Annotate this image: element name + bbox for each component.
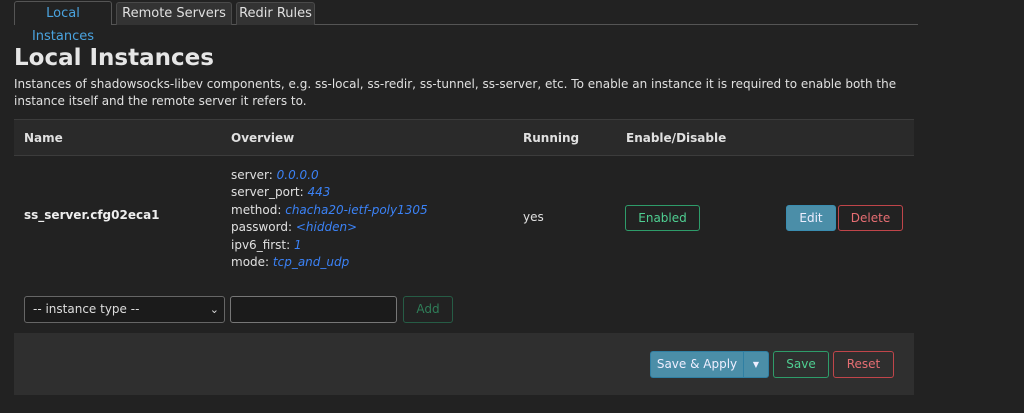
overview-value: 443 xyxy=(307,185,331,200)
tab-local-instances[interactable]: Local Instances xyxy=(14,1,112,44)
tab-redir-rules[interactable]: Redir Rules xyxy=(236,2,315,25)
instance-overview: server: 0.0.0.0 server_port: 443 method:… xyxy=(231,167,428,271)
overview-mode: mode: tcp_and_udp xyxy=(231,254,428,271)
header-name: Name xyxy=(24,131,63,145)
overview-method: method: chacha20-ietf-poly1305 xyxy=(231,202,428,219)
overview-value: 1 xyxy=(294,237,302,252)
instance-type-value: -- instance type -- xyxy=(33,302,140,316)
overview-value: chacha20-ietf-poly1305 xyxy=(285,202,428,217)
page: Local Instances Remote Servers Redir Rul… xyxy=(0,0,1024,413)
overview-server: server: 0.0.0.0 xyxy=(231,167,428,184)
instance-type-select[interactable]: -- instance type -- ⌄ xyxy=(24,296,225,323)
overview-key: server: xyxy=(231,168,273,182)
overview-password: password: <hidden> xyxy=(231,219,428,236)
enable-toggle-button[interactable]: Enabled xyxy=(625,205,700,231)
overview-value: <hidden> xyxy=(295,220,358,235)
header-enable-disable: Enable/Disable xyxy=(626,131,727,145)
chevron-down-icon: ⌄ xyxy=(209,303,219,316)
delete-button[interactable]: Delete xyxy=(838,205,903,231)
add-button[interactable]: Add xyxy=(403,296,453,323)
overview-key: method: xyxy=(231,202,282,217)
reset-button[interactable]: Reset xyxy=(833,351,894,378)
table-row: ss_server.cfg02eca1 server: 0.0.0.0 serv… xyxy=(14,156,914,276)
overview-ipv6-first: ipv6_first: 1 xyxy=(231,237,428,254)
tab-bar: Local Instances Remote Servers Redir Rul… xyxy=(14,0,918,44)
instance-name-input[interactable] xyxy=(230,296,397,323)
save-apply-button[interactable]: Save & Apply xyxy=(650,351,743,378)
overview-key: server_port: xyxy=(231,185,304,200)
edit-button[interactable]: Edit xyxy=(786,205,836,231)
overview-key: password: xyxy=(231,220,293,235)
overview-key: mode: xyxy=(231,255,270,270)
overview-value: tcp_and_udp xyxy=(272,255,350,270)
action-footer: Save & Apply ▼ Save Reset xyxy=(14,333,914,395)
header-running: Running xyxy=(523,131,580,145)
instance-name: ss_server.cfg02eca1 xyxy=(24,208,160,222)
save-button[interactable]: Save xyxy=(773,351,829,378)
page-description: Instances of shadowsocks-libev component… xyxy=(14,77,897,108)
overview-value: 0.0.0.0 xyxy=(276,168,319,182)
overview-server-port: server_port: 443 xyxy=(231,184,428,201)
page-title: Local Instances xyxy=(14,45,214,71)
table-header: Name Overview Running Enable/Disable xyxy=(14,119,914,156)
instances-table: Name Overview Running Enable/Disable ss_… xyxy=(14,119,914,333)
tab-remote-servers[interactable]: Remote Servers xyxy=(116,2,232,25)
header-overview: Overview xyxy=(231,131,295,145)
overview-key: ipv6_first: xyxy=(231,237,291,252)
caret-down-icon[interactable]: ▼ xyxy=(743,351,769,378)
running-status: yes xyxy=(523,210,544,224)
